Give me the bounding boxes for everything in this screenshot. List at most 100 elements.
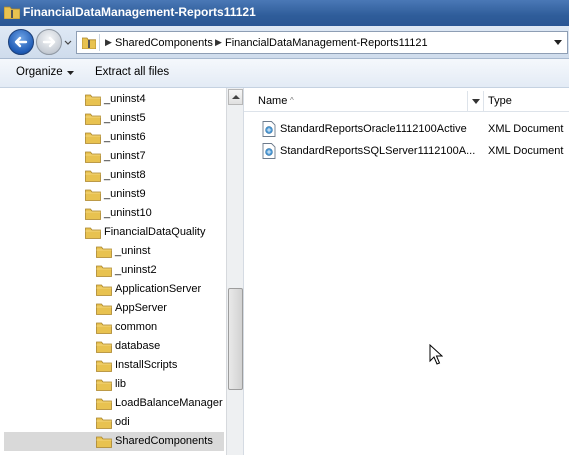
column-filter-dropdown[interactable] [472, 99, 480, 104]
tree-item[interactable]: _uninst2 [4, 261, 224, 280]
address-bar[interactable]: ▶ SharedComponents ▶ FinancialDataManage… [76, 31, 568, 54]
folder-icon [96, 303, 112, 315]
column-header-row: Name ^ Type [244, 91, 569, 112]
mouse-cursor-icon [429, 344, 443, 365]
tree-item-label: odi [115, 416, 130, 428]
vertical-scrollbar[interactable] [226, 88, 243, 455]
chevron-right-icon[interactable]: ▶ [105, 37, 112, 48]
recent-pages-dropdown[interactable] [63, 36, 73, 48]
tree-item[interactable]: LoadBalanceManager [4, 394, 224, 413]
folder-icon [96, 322, 112, 334]
tree-item[interactable]: _uninst9 [4, 185, 224, 204]
tree-item[interactable]: database [4, 337, 224, 356]
chevron-down-icon[interactable] [67, 71, 74, 75]
tree-item[interactable]: _uninst5 [4, 109, 224, 128]
tree-item[interactable]: odi [4, 413, 224, 432]
tree-item-label: InstallScripts [115, 359, 178, 371]
file-list-pane: Name ^ Type StandardReportsOracle1112100… [244, 88, 569, 455]
folder-icon [96, 436, 112, 448]
folder-icon [96, 360, 112, 372]
tree-item-label: _uninst7 [104, 150, 146, 162]
column-separator[interactable] [483, 91, 484, 111]
scrollbar-thumb[interactable] [228, 288, 243, 390]
tree-item-label: ApplicationServer [115, 283, 202, 295]
folder-icon [96, 398, 112, 410]
tree-item[interactable]: _uninst6 [4, 128, 224, 147]
folder-icon [85, 189, 101, 201]
sort-ascending-icon: ^ [290, 96, 294, 105]
tree-item[interactable]: _uninst8 [4, 166, 224, 185]
tree-item-label: SharedComponents [115, 435, 213, 447]
window-title: FinancialDataManagement-Reports11121 [23, 5, 256, 19]
tree-item-label: _uninst6 [104, 131, 146, 143]
chevron-right-icon[interactable]: ▶ [215, 37, 222, 48]
tree-item-label: _uninst8 [104, 169, 146, 181]
folder-icon [85, 94, 101, 106]
file-name: StandardReportsSQLServer1112100A... [280, 145, 476, 157]
organize-button[interactable]: Organize [16, 66, 63, 78]
folder-icon [85, 170, 101, 182]
tree-item[interactable]: _uninst4 [4, 90, 224, 109]
file-name: StandardReportsOracle1112100Active [280, 123, 467, 135]
tree-item[interactable]: InstallScripts [4, 356, 224, 375]
tree-item-label: AppServer [115, 302, 167, 314]
tree-item-label: _uninst2 [115, 264, 157, 276]
folder-icon [96, 265, 112, 277]
folder-icon [96, 417, 112, 429]
back-button[interactable] [8, 29, 34, 55]
tree-item-label: database [115, 340, 161, 352]
tree-item-label: _uninst [115, 245, 151, 257]
tree-item-label: LoadBalanceManager [115, 397, 223, 409]
xml-document-icon [262, 121, 276, 137]
folder-icon [85, 227, 101, 239]
breadcrumb-item[interactable]: FinancialDataManagement-Reports11121 [225, 37, 428, 49]
navigation-pane: _uninst4 _uninst5 _uninst6 _uninst7 _uninst8… [0, 88, 226, 455]
address-separator [99, 34, 100, 51]
tree-item[interactable]: AppServer [4, 299, 224, 318]
tree-item[interactable]: SharedComponents [4, 432, 224, 451]
tree-item-label: _uninst5 [104, 112, 146, 124]
folder-icon [85, 151, 101, 163]
folder-icon [96, 284, 112, 296]
tree-item[interactable]: common [4, 318, 224, 337]
tree-item-label: _uninst9 [104, 188, 146, 200]
tree-item-label: common [115, 321, 158, 333]
tree-item[interactable]: FinancialDataQuality [4, 223, 224, 242]
column-separator[interactable] [467, 91, 468, 111]
folder-icon [82, 37, 96, 49]
forward-button[interactable] [36, 29, 62, 55]
column-header-name[interactable]: Name [258, 95, 287, 107]
tree-item[interactable]: lib [4, 375, 224, 394]
tree-item[interactable]: _uninst [4, 242, 224, 261]
back-arrow-icon [14, 36, 28, 48]
file-type: XML Document [488, 145, 564, 157]
folder-icon [96, 379, 112, 391]
column-header-type[interactable]: Type [488, 95, 512, 107]
folder-icon [85, 113, 101, 125]
extract-all-files-button[interactable]: Extract all files [95, 66, 169, 78]
breadcrumb-item[interactable]: SharedComponents [115, 37, 213, 49]
forward-arrow-icon [42, 36, 56, 48]
tree-item[interactable]: _uninst7 [4, 147, 224, 166]
tree-item[interactable]: _uninst10 [4, 204, 224, 223]
folder-icon [96, 246, 112, 258]
tree-item-label: _uninst4 [104, 93, 146, 105]
xml-document-icon [262, 143, 276, 159]
tree-item-label: lib [115, 378, 127, 390]
tree-item[interactable]: ApplicationServer [4, 280, 224, 299]
tree-item-label: _uninst10 [104, 207, 152, 219]
title-bar: FinancialDataManagement-Reports11121 [0, 0, 569, 26]
tree-item-label: FinancialDataQuality [104, 226, 206, 238]
command-bar: Organize Extract all files [0, 59, 569, 88]
chevron-down-icon[interactable] [554, 40, 562, 46]
file-row[interactable]: StandardReportsOracle1112100Active XML D… [244, 118, 569, 140]
scroll-up-button[interactable] [228, 89, 243, 105]
navigation-bar: ▶ SharedComponents ▶ FinancialDataManage… [0, 26, 569, 59]
file-type: XML Document [488, 123, 564, 135]
folder-icon [85, 132, 101, 144]
arrow-up-icon [232, 95, 240, 99]
zip-folder-icon [4, 6, 20, 19]
file-row[interactable]: StandardReportsSQLServer1112100A... XML … [244, 140, 569, 162]
folder-icon [96, 341, 112, 353]
folder-icon [85, 208, 101, 220]
